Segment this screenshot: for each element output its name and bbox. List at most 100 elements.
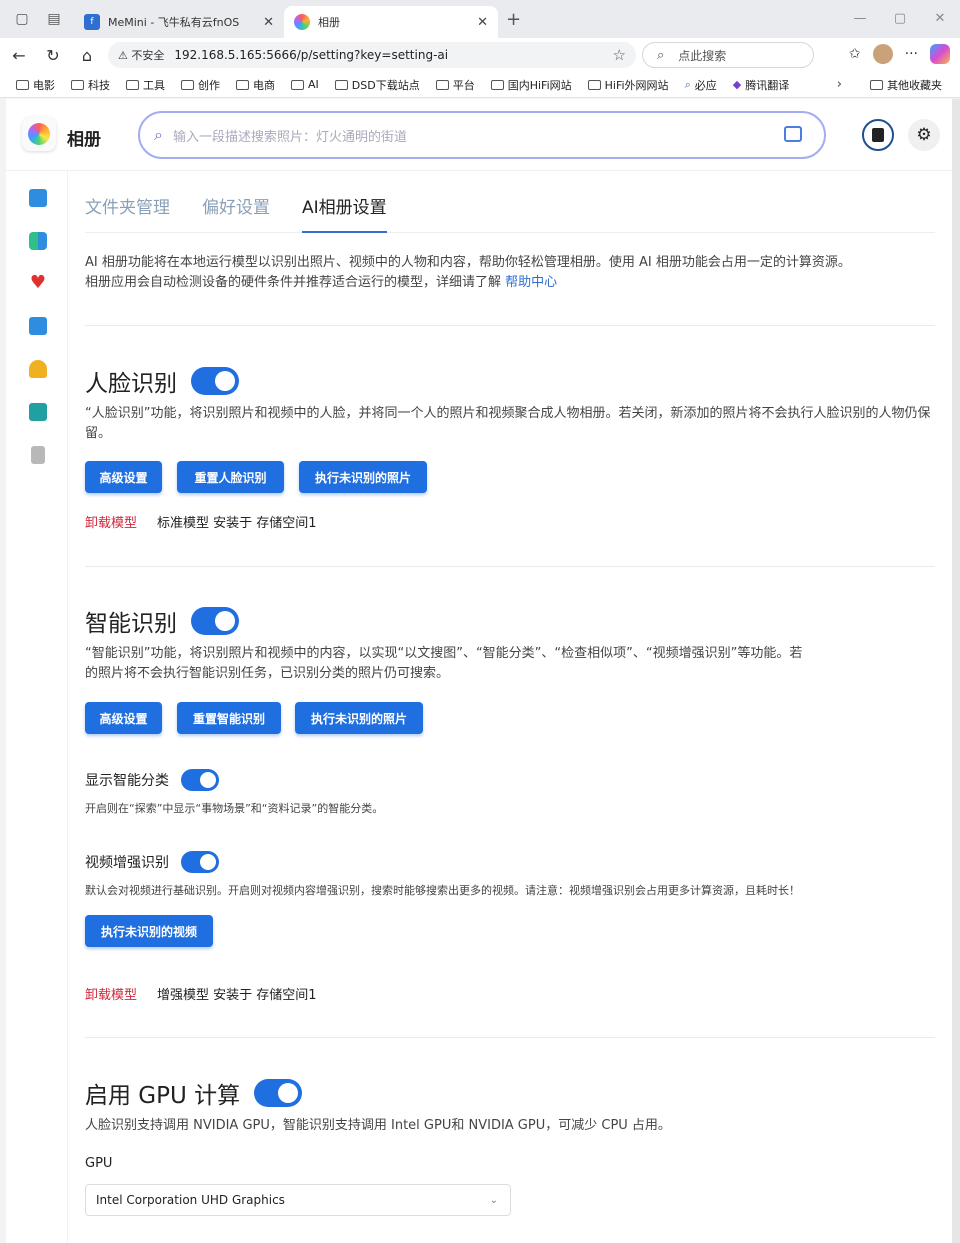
- copilot-icon[interactable]: [930, 44, 950, 64]
- bookmark-bing[interactable]: ⌕ 必应: [685, 77, 717, 93]
- back-icon[interactable]: ←: [4, 40, 34, 70]
- browser-tab-photos[interactable]: 相册 ✕: [284, 6, 498, 38]
- tab-preferences[interactable]: 偏好设置: [202, 193, 270, 233]
- show-smart-category-toggle[interactable]: [181, 769, 219, 791]
- video-enhanced-desc: 默认会对视频进行基础识别。开启则对视频内容增强识别，搜索时能够搜索出更多的视频。…: [85, 884, 800, 897]
- url-field[interactable]: ⚠ 不安全 192.168.5.165:5666/p/setting?key=s…: [108, 42, 636, 68]
- gear-icon: ⚙: [916, 125, 932, 145]
- face-advanced-settings-button[interactable]: 高级设置: [85, 461, 162, 493]
- smart-recognition-toggle[interactable]: [191, 607, 239, 635]
- task-list-button[interactable]: [862, 119, 894, 151]
- smart-recognition-header: 智能识别: [85, 604, 239, 638]
- app-header: 相册 ⌕ 输入一段描述搜索照片：灯火通明的街道 ⚙: [6, 99, 952, 171]
- more-icon[interactable]: ···: [905, 46, 918, 62]
- section-divider: [85, 566, 935, 567]
- smart-desc-line-2: 的照片将不会执行智能识别任务，已识别分类的照片仍可搜索。: [85, 666, 450, 681]
- smart-model-row: 卸载模型 增强模型 安装于 存储空间1: [85, 984, 317, 1003]
- albums-nav-icon[interactable]: [29, 232, 47, 250]
- browser-search-box[interactable]: ⌕ 点此搜索: [642, 42, 814, 68]
- show-smart-category-desc: 开启则在“探索”中显示“事物场景”和“资料记录”的智能分类。: [85, 802, 384, 815]
- gpu-toggle[interactable]: [254, 1079, 303, 1107]
- close-icon[interactable]: ✕: [477, 15, 488, 30]
- profile-avatar[interactable]: [872, 44, 893, 64]
- face-recognition-toggle[interactable]: [191, 367, 239, 395]
- image-search-icon[interactable]: [784, 126, 802, 142]
- help-center-link[interactable]: 帮助中心: [505, 275, 557, 290]
- url-text: 192.168.5.165:5666/p/setting?key=setting…: [174, 48, 449, 62]
- close-window-icon[interactable]: ✕: [920, 0, 960, 36]
- search-icon: ⌕: [657, 47, 665, 63]
- trash-icon[interactable]: [31, 446, 45, 464]
- new-tab-icon[interactable]: +: [506, 9, 521, 30]
- photos-nav-icon[interactable]: [29, 189, 47, 207]
- workspaces-icon[interactable]: ▢: [8, 5, 36, 33]
- folder-icon: [334, 79, 348, 90]
- uninstall-smart-model-link[interactable]: 卸载模型: [85, 984, 137, 1003]
- close-icon[interactable]: ✕: [263, 15, 274, 30]
- tab-ai-album-settings[interactable]: AI相册设置: [302, 193, 387, 233]
- face-recognition-header: 人脸识别: [85, 364, 239, 398]
- bookmark-folder[interactable]: 国内HiFi网站: [490, 77, 572, 93]
- show-smart-category-header: 显示智能分类: [85, 769, 219, 791]
- settings-button[interactable]: ⚙: [908, 119, 940, 151]
- gpu-select[interactable]: Intel Corporation UHD Graphics ⌄: [85, 1184, 511, 1216]
- photos-icon: [294, 14, 310, 30]
- bookmark-folder[interactable]: 科技: [71, 77, 110, 93]
- bookmark-folder[interactable]: 电商: [236, 77, 275, 93]
- photos-app: 相册 ⌕ 输入一段描述搜索照片：灯火通明的街道 ⚙ ♥ 文件夹管理 偏好设置 A…: [6, 99, 952, 1243]
- face-model-row: 卸载模型 标准模型 安装于 存储空间1: [85, 512, 317, 531]
- home-icon[interactable]: ⌂: [72, 40, 102, 70]
- folder-icon: [435, 79, 449, 90]
- run-unrecognized-photos-button[interactable]: 执行未识别的照片: [299, 461, 427, 493]
- search-icon: ⌕: [154, 125, 163, 144]
- intro-line-1: AI 相册功能将在本地运行模型以识别出照片、视频中的人物和内容，帮助你轻松管理相…: [85, 255, 851, 270]
- fnos-icon: f: [84, 14, 100, 30]
- show-smart-category-title: 显示智能分类: [85, 773, 169, 789]
- favorites-heart-icon[interactable]: ♥: [29, 274, 47, 292]
- gpu-selected-value: Intel Corporation UHD Graphics: [96, 1193, 285, 1207]
- browser-toolbar-right: ✩ ···: [849, 44, 950, 64]
- translate-icon: ◆: [732, 78, 742, 91]
- folder-icon: [236, 79, 249, 90]
- bing-search-icon: ⌕: [684, 77, 691, 91]
- people-nav-icon[interactable]: [29, 360, 47, 378]
- bookmark-folder[interactable]: HiFi外网网站: [587, 77, 669, 93]
- address-bar-row: ← ↻ ⌂ ⚠ 不安全 192.168.5.165:5666/p/setting…: [0, 38, 960, 72]
- shared-nav-icon[interactable]: [29, 403, 47, 421]
- bookmark-translate[interactable]: ◆ 腾讯翻译: [733, 77, 789, 93]
- favorites-icon[interactable]: ✩: [849, 46, 861, 62]
- bookmark-folder[interactable]: 创作: [181, 77, 220, 93]
- chevron-right-icon[interactable]: ›: [837, 77, 842, 92]
- bookmark-folder[interactable]: DSD下载站点: [334, 77, 420, 93]
- run-unrecognized-videos-button[interactable]: 执行未识别的视频: [85, 915, 213, 947]
- folder-icon: [71, 79, 84, 90]
- browser-search-placeholder: 点此搜索: [678, 48, 727, 63]
- not-secure-badge[interactable]: ⚠ 不安全: [118, 47, 164, 63]
- bookmark-folder[interactable]: 电影: [16, 77, 55, 93]
- photo-search-input[interactable]: ⌕ 输入一段描述搜索照片：灯火通明的街道: [138, 111, 826, 159]
- vertical-tabs-icon[interactable]: ▤: [40, 5, 68, 33]
- smart-advanced-settings-button[interactable]: 高级设置: [85, 702, 162, 734]
- face-model-info: 标准模型 安装于 存储空间1: [157, 516, 317, 531]
- browser-tab-memini[interactable]: f MeMini - 飞牛私有云fnOS ✕: [74, 6, 284, 38]
- tab-folder-management[interactable]: 文件夹管理: [85, 193, 170, 233]
- gpu-header: 启用 GPU 计算: [85, 1076, 303, 1110]
- bookmark-folder[interactable]: 平台: [435, 77, 475, 93]
- tab-title: MeMini - 飞牛私有云fnOS: [108, 16, 240, 29]
- minimize-icon[interactable]: —: [840, 0, 880, 36]
- bookmark-folder[interactable]: AI: [291, 78, 319, 91]
- smart-recognition-desc: “智能识别”功能，将识别照片和视频中的内容，以实现“以文搜图”、“智能分类”、“…: [85, 644, 935, 684]
- other-bookmarks[interactable]: 其他收藏夹: [870, 77, 942, 93]
- favorite-star-icon[interactable]: ☆: [613, 46, 626, 64]
- section-divider: [85, 325, 935, 326]
- reset-face-recognition-button[interactable]: 重置人脸识别: [177, 461, 284, 493]
- bookmark-folder[interactable]: 工具: [126, 77, 165, 93]
- maximize-icon[interactable]: ▢: [880, 0, 920, 36]
- video-enhanced-toggle[interactable]: [181, 851, 219, 873]
- run-unrecognized-photos-button[interactable]: 执行未识别的照片: [295, 702, 423, 734]
- gpu-title: 启用 GPU 计算: [85, 1083, 241, 1109]
- reload-icon[interactable]: ↻: [38, 40, 68, 70]
- reset-smart-recognition-button[interactable]: 重置智能识别: [177, 702, 281, 734]
- memories-nav-icon[interactable]: [29, 317, 47, 335]
- uninstall-face-model-link[interactable]: 卸载模型: [85, 512, 137, 531]
